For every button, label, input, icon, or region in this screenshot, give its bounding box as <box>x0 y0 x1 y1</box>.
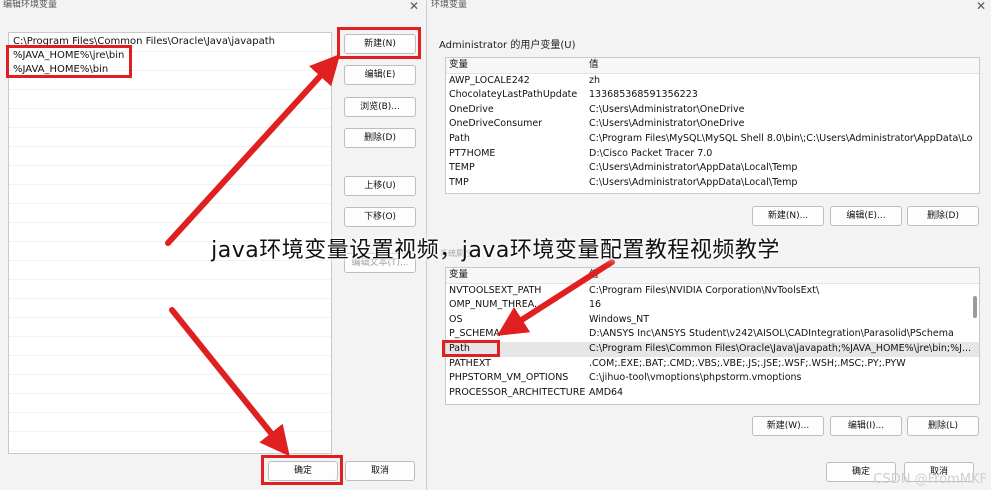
env-vars-dialog-title: 环境变量 <box>431 0 468 10</box>
var-name: PT7HOME <box>449 147 496 159</box>
table-row[interactable]: ChocolateyLastPathUpdate 1336853685913562… <box>446 88 979 103</box>
overlay-caption: java环境变量设置视频，java环境变量配置教程视频教学 <box>211 238 780 263</box>
cancel-button[interactable]: 取消 <box>345 461 415 481</box>
table-row[interactable]: TEMP C:\Users\Administrator\AppData\Local… <box>446 161 979 176</box>
var-name: PROCESSOR_ARCHITECTURE <box>449 386 585 398</box>
var-value: D:\ANSYS Inc\ANSYS Student\v242\AISOL\CA… <box>589 328 954 340</box>
edit-env-var-dialog-title: 编辑环境变量 <box>3 0 58 10</box>
var-value: AMD64 <box>589 386 624 398</box>
col-val-header: 值 <box>589 59 599 70</box>
highlight-box-java-entries <box>6 45 132 78</box>
highlight-box-new-button <box>337 27 421 59</box>
table-row[interactable]: PT7HOME D:\Cisco Packet Tracer 7.0 <box>446 147 979 162</box>
browse-button[interactable]: 浏览(B)... <box>344 97 416 117</box>
var-value: C:\Program Files\NVIDIA Corporation\NvTo… <box>589 284 820 296</box>
move-up-button[interactable]: 上移(U) <box>344 176 416 196</box>
user-delete-button[interactable]: 删除(D) <box>907 206 979 226</box>
system-delete-button[interactable]: 删除(L) <box>907 416 979 436</box>
var-name: Path <box>449 132 470 144</box>
table-row[interactable]: PROCESSOR_ARCHITECTURE AMD64 <box>446 386 979 401</box>
var-name: OMP_NUM_THREA... <box>449 299 544 311</box>
highlight-box-path-row <box>442 340 500 357</box>
var-name: OneDriveConsumer <box>449 118 543 130</box>
var-value: Windows_NT <box>589 313 650 325</box>
edit-button[interactable]: 编辑(E) <box>344 65 416 85</box>
col-var-header: 变量 <box>449 59 469 70</box>
table-row[interactable]: PHPSTORM_VM_OPTIONS C:\jihuo-tool\vmoptio… <box>446 371 979 386</box>
system-vars-table[interactable]: 变量 值 NVTOOLSEXT_PATH C:\Program Files\NVI… <box>445 267 980 405</box>
table-row[interactable]: PATHEXT .COM;.EXE;.BAT;.CMD;.VBS;.VBE;.JS… <box>446 357 979 372</box>
table-row[interactable]: OMP_NUM_THREA... 16 <box>446 298 979 313</box>
system-new-button[interactable]: 新建(W)... <box>752 416 824 436</box>
user-vars-table[interactable]: 变量 值 AWP_LOCALE242 zh ChocolateyLastPathU… <box>445 57 980 194</box>
table-row[interactable]: OS Windows_NT <box>446 313 979 328</box>
var-value: C:\Program Files\Common Files\Oracle\Jav… <box>589 342 972 354</box>
watermark: CSDN @FromMKF <box>873 472 987 487</box>
var-value: C:\Users\Administrator\OneDrive <box>589 118 745 130</box>
table-row-selected[interactable]: Path C:\Program Files\Common Files\Oracle… <box>446 341 979 357</box>
close-icon[interactable]: ✕ <box>976 0 986 13</box>
table-row[interactable]: AWP_LOCALE242 zh <box>446 74 979 89</box>
var-name: OneDrive <box>449 103 494 115</box>
user-vars-label: Administrator 的用户变量(U) <box>439 40 576 51</box>
user-new-button[interactable]: 新建(N)... <box>752 206 824 226</box>
delete-button[interactable]: 删除(D) <box>344 128 416 148</box>
var-name: TMP <box>449 176 469 188</box>
highlight-box-ok-button <box>261 455 343 485</box>
var-value: 133685368591356223 <box>589 89 698 101</box>
var-value: 16 <box>589 299 602 311</box>
var-name: OS <box>449 313 463 325</box>
var-value: D:\Cisco Packet Tracer 7.0 <box>589 147 713 159</box>
var-value: C:\Users\Administrator\AppData\Local\Tem… <box>589 162 798 174</box>
col-val-header: 值 <box>589 269 599 280</box>
table-row[interactable]: P_SCHEMA D:\ANSYS Inc\ANSYS Student\v242\… <box>446 327 979 342</box>
user-edit-button[interactable]: 编辑(E)... <box>830 206 902 226</box>
var-value: C:\Users\Administrator\OneDrive <box>589 103 745 115</box>
var-name: ChocolateyLastPathUpdate <box>449 89 578 101</box>
var-name: NVTOOLSEXT_PATH <box>449 284 542 296</box>
table-header: 变量 值 <box>446 58 979 74</box>
table-row[interactable]: Path C:\Program Files\MySQL\MySQL Shell 8… <box>446 132 979 147</box>
close-icon[interactable]: ✕ <box>409 0 419 13</box>
var-name: PATHEXT <box>449 357 491 369</box>
scrollbar[interactable] <box>973 296 977 318</box>
var-value: C:\Program Files\MySQL\MySQL Shell 8.0\b… <box>589 132 973 144</box>
table-header: 变量 值 <box>446 268 979 284</box>
table-row[interactable]: OneDriveConsumer C:\Users\Administrator\O… <box>446 117 979 132</box>
var-value: C:\jihuo-tool\vmoptions\phpstorm.vmoptio… <box>589 372 802 384</box>
var-value: zh <box>589 74 601 86</box>
var-name: AWP_LOCALE242 <box>449 74 530 86</box>
var-name: TEMP <box>449 162 475 174</box>
var-value: C:\Users\Administrator\AppData\Local\Tem… <box>589 176 798 188</box>
table-row[interactable]: NVTOOLSEXT_PATH C:\Program Files\NVIDIA C… <box>446 284 979 299</box>
move-down-button[interactable]: 下移(O) <box>344 207 416 227</box>
table-row[interactable]: OneDrive C:\Users\Administrator\OneDrive <box>446 103 979 118</box>
system-edit-button[interactable]: 编辑(I)... <box>830 416 902 436</box>
var-name: PHPSTORM_VM_OPTIONS <box>449 372 569 384</box>
table-row[interactable]: TMP C:\Users\Administrator\AppData\Local\… <box>446 176 979 191</box>
var-value: .COM;.EXE;.BAT;.CMD;.VBS;.VBE;.JS;.JSE;.… <box>589 357 906 369</box>
col-var-header: 变量 <box>449 269 469 280</box>
